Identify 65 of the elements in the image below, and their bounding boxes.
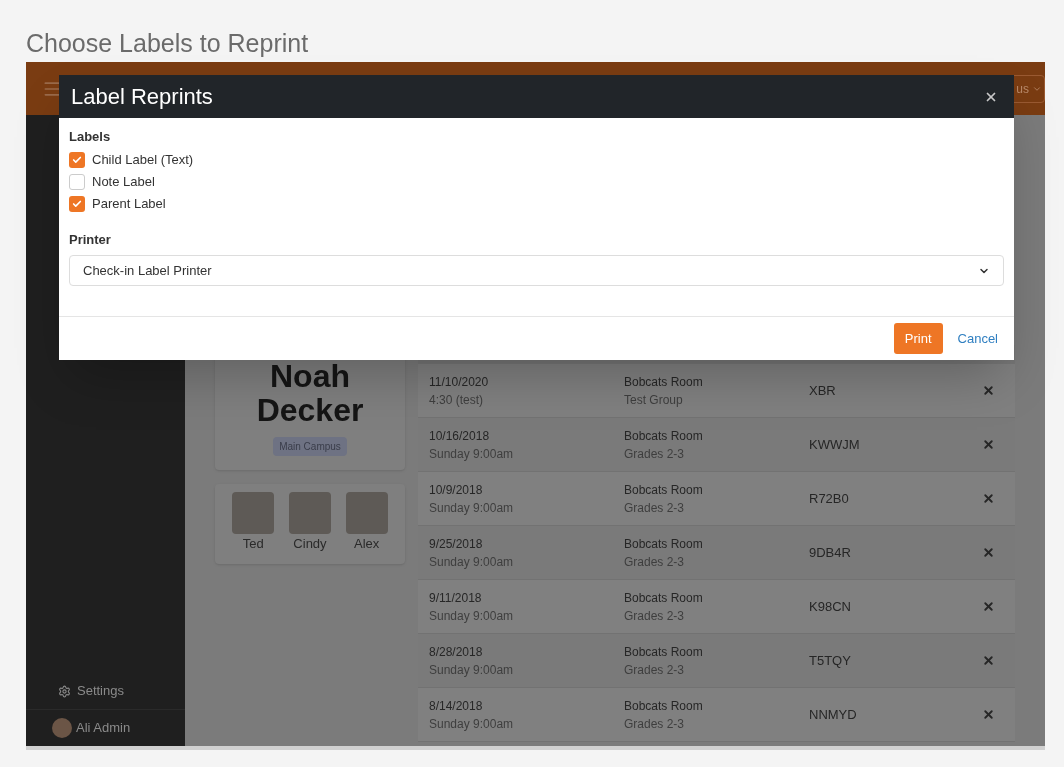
location-text: Bobcats Room [624, 589, 704, 607]
delete-icon [981, 492, 995, 505]
delete-icon [981, 654, 995, 667]
cancel-link[interactable]: Cancel [957, 328, 998, 349]
group-text: Grades 2-3 [624, 607, 686, 625]
family-member-name[interactable]: Cindy [293, 534, 327, 554]
time-text: Sunday 9:00am [429, 715, 515, 733]
date-text: 10/9/2018 [429, 481, 484, 499]
checkbox-label[interactable]: Parent Label [92, 194, 166, 214]
group-text: Test Group [624, 391, 684, 409]
location-text: Bobcats Room [624, 481, 704, 499]
check-icon [72, 199, 82, 209]
code-text: R72B0 [809, 489, 850, 508]
date-text: 10/16/2018 [429, 427, 491, 445]
location-text: Bobcats Room [624, 697, 704, 715]
code-text: K98CN [809, 597, 852, 616]
code-text: XBR [809, 381, 837, 400]
group-text: Grades 2-3 [624, 499, 686, 517]
page-title: Choose Labels to Reprint [26, 28, 309, 58]
checkbox[interactable] [69, 174, 85, 190]
time-text: Sunday 9:00am [429, 607, 515, 625]
labels-heading: Labels [69, 128, 112, 146]
date-text: 8/28/2018 [429, 643, 484, 661]
checkbox-label[interactable]: Child Label (Text) [92, 150, 194, 170]
checkbox-label[interactable]: Note Label [92, 172, 155, 192]
delete-icon [981, 546, 995, 559]
group-text: Grades 2-3 [624, 715, 686, 733]
group-text: Grades 2-3 [624, 445, 686, 463]
group-text: Grades 2-3 [624, 553, 686, 571]
time-text: Sunday 9:00am [429, 661, 515, 679]
delete-icon [981, 384, 995, 397]
code-text: T5TQY [809, 651, 852, 670]
delete-icon [981, 438, 995, 451]
checkbox[interactable] [69, 152, 85, 168]
code-text: 9DB4R [809, 543, 852, 562]
sidebar-item[interactable]: Settings [26, 673, 185, 709]
time-text: Sunday 9:00am [429, 445, 515, 463]
checkbox[interactable] [69, 196, 85, 212]
settings-icon [58, 684, 71, 698]
person-name: Noah Decker [256, 359, 364, 427]
avatar [52, 718, 72, 738]
code-text: KWWJM [809, 435, 861, 454]
delete-icon [981, 600, 995, 613]
modal-title: Label Reprints [71, 83, 213, 111]
print-button[interactable]: Print [893, 323, 943, 354]
printer-label: Printer [69, 231, 112, 249]
family-member-name[interactable]: Alex [354, 534, 380, 554]
group-text: Grades 2-3 [624, 661, 686, 679]
location-text: Bobcats Room [624, 373, 704, 391]
delete-icon [981, 708, 995, 721]
code-text: NNMYD [809, 705, 858, 724]
location-text: Bobcats Room [624, 535, 704, 553]
time-text: Sunday 9:00am [429, 499, 515, 517]
time-text: 4:30 (test) [429, 391, 485, 409]
location-text: Bobcats Room [624, 643, 704, 661]
printer-select[interactable]: Check-in Label Printer [69, 255, 1004, 286]
date-text: 11/10/2020 [429, 373, 490, 391]
user-name[interactable]: Ali Admin [76, 718, 131, 738]
family-member-name[interactable]: Ted [242, 534, 264, 554]
location-text: Bobcats Room [624, 427, 704, 445]
date-text: 9/11/2018 [429, 589, 483, 607]
time-text: Sunday 9:00am [429, 553, 515, 571]
date-text: 8/14/2018 [429, 697, 484, 715]
date-text: 9/25/2018 [429, 535, 484, 553]
check-icon [72, 155, 82, 165]
